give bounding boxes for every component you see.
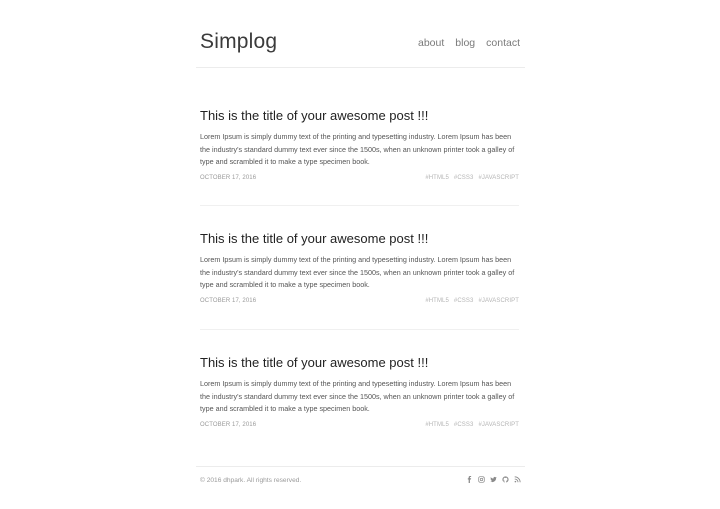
tag-javascript[interactable]: #JAVASCRIPT — [478, 422, 519, 428]
tag-css3[interactable]: #CSS3 — [454, 298, 474, 304]
tag-css3[interactable]: #CSS3 — [454, 175, 474, 181]
site-logo[interactable]: Simplog — [200, 30, 277, 54]
post-title[interactable]: This is the title of your awesome post !… — [200, 108, 519, 123]
post-tags: #HTML5 #CSS3 #JAVASCRIPT — [425, 298, 519, 304]
post-excerpt: Lorem Ipsum is simply dummy text of the … — [200, 132, 515, 167]
post-tags: #HTML5 #CSS3 #JAVASCRIPT — [425, 422, 519, 428]
post-divider — [200, 205, 519, 206]
post-date: OCTOBER 17, 2016 — [200, 297, 257, 304]
post-excerpt: Lorem Ipsum is simply dummy text of the … — [200, 379, 515, 414]
social-links — [466, 476, 521, 484]
post-card: This is the title of your awesome post !… — [200, 231, 519, 304]
post-date: OCTOBER 17, 2016 — [200, 174, 257, 181]
post-meta: OCTOBER 17, 2016 #HTML5 #CSS3 #JAVASCRIP… — [200, 175, 519, 181]
tag-javascript[interactable]: #JAVASCRIPT — [478, 298, 519, 304]
nav-link-blog[interactable]: blog — [455, 37, 475, 49]
main-nav: about blog contact — [418, 37, 520, 49]
post-meta: OCTOBER 17, 2016 #HTML5 #CSS3 #JAVASCRIP… — [200, 422, 519, 428]
page: Simplog about blog contact This is the t… — [0, 0, 720, 509]
tag-html5[interactable]: #HTML5 — [425, 175, 449, 181]
tag-html5[interactable]: #HTML5 — [425, 298, 449, 304]
post-title[interactable]: This is the title of your awesome post !… — [200, 355, 519, 370]
instagram-icon[interactable] — [478, 476, 485, 484]
facebook-icon[interactable] — [466, 476, 473, 484]
site-header: Simplog about blog contact — [196, 0, 525, 68]
post-date: OCTOBER 17, 2016 — [200, 421, 257, 428]
post-tags: #HTML5 #CSS3 #JAVASCRIPT — [425, 175, 519, 181]
tag-html5[interactable]: #HTML5 — [425, 422, 449, 428]
post-title[interactable]: This is the title of your awesome post !… — [200, 231, 519, 246]
nav-link-about[interactable]: about — [418, 37, 444, 49]
footer-divider — [196, 466, 525, 467]
tag-css3[interactable]: #CSS3 — [454, 422, 474, 428]
post-excerpt: Lorem Ipsum is simply dummy text of the … — [200, 255, 515, 290]
github-icon[interactable] — [502, 476, 509, 484]
rss-icon[interactable] — [514, 476, 521, 484]
post-divider — [200, 329, 519, 330]
post-card: This is the title of your awesome post !… — [200, 108, 519, 181]
twitter-icon[interactable] — [490, 476, 497, 484]
post-meta: OCTOBER 17, 2016 #HTML5 #CSS3 #JAVASCRIP… — [200, 298, 519, 304]
post-card: This is the title of your awesome post !… — [200, 355, 519, 428]
footer-copyright: © 2016 dhpark. All rights reserved. — [200, 477, 302, 484]
nav-link-contact[interactable]: contact — [486, 37, 520, 49]
tag-javascript[interactable]: #JAVASCRIPT — [478, 175, 519, 181]
